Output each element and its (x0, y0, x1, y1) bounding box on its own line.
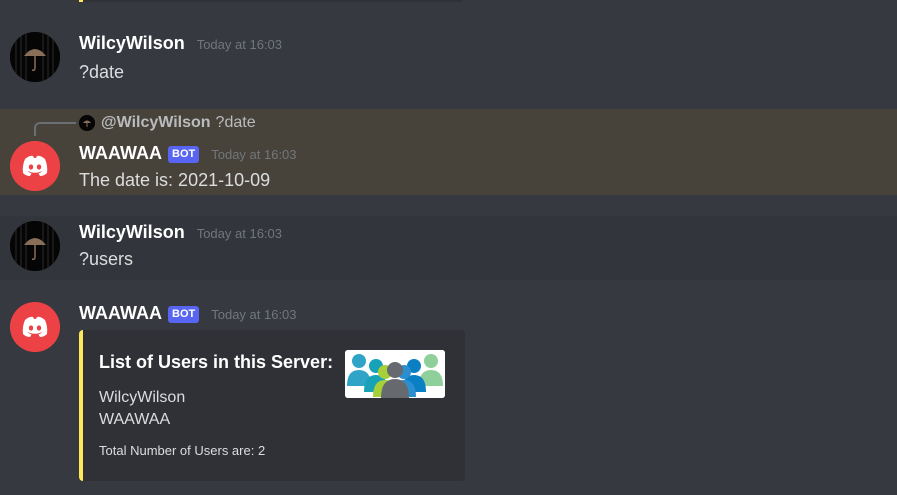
reply-content: ?date (215, 114, 256, 131)
message-user-date[interactable]: WilcyWilson Today at 16:03 ?date (0, 20, 897, 100)
message-bot-users-embed[interactable]: WAAWAA BOT Today at 16:03 List of Users … (0, 294, 897, 489)
embed-user-line: WAAWAA (99, 411, 171, 428)
message-content: The date is: 2021-10-09 (79, 170, 271, 190)
embed-thumbnail[interactable] (345, 350, 445, 398)
username[interactable]: WAAWAA (79, 303, 162, 324)
discord-logo-icon (10, 302, 60, 352)
message-bot-date-reply[interactable]: @WilcyWilson ?date WAAWAA BOT Today at 1… (0, 109, 897, 195)
previous-embed-edge (79, 0, 462, 2)
users-embed: List of Users in this Server: WilcyWilso… (79, 330, 465, 481)
user-avatar[interactable] (10, 221, 60, 271)
bot-tag: BOT (168, 306, 200, 323)
username[interactable]: WAAWAA (79, 143, 162, 164)
discord-logo-icon (10, 141, 60, 191)
timestamp: Today at 16:03 (211, 307, 297, 322)
message-user-users[interactable]: WilcyWilson Today at 16:03 ?users (0, 216, 897, 280)
username[interactable]: WilcyWilson (79, 33, 185, 54)
reply-preview[interactable]: @WilcyWilson ?date (79, 114, 256, 132)
reply-connector (34, 122, 76, 136)
umbrella-avatar-icon (79, 115, 95, 131)
bot-tag: BOT (168, 146, 200, 163)
username[interactable]: WilcyWilson (79, 222, 185, 243)
timestamp: Today at 16:03 (196, 37, 282, 52)
users-group-icon (345, 350, 445, 398)
reply-username[interactable]: @WilcyWilson (101, 114, 211, 132)
timestamp: Today at 16:03 (196, 226, 282, 241)
bot-avatar[interactable] (10, 302, 60, 352)
reply-avatar (79, 115, 95, 131)
message-content: ?date (79, 62, 125, 82)
message-content: ?users (79, 249, 134, 269)
umbrella-avatar-icon (10, 32, 60, 82)
chat-messages: WilcyWilson Today at 16:03 ?date @WilcyW… (0, 0, 897, 495)
user-avatar[interactable] (10, 32, 60, 82)
embed-title: List of Users in this Server: (99, 352, 334, 372)
embed-user-line: WilcyWilson (99, 389, 186, 406)
bot-avatar[interactable] (10, 141, 60, 191)
umbrella-avatar-icon (10, 221, 60, 271)
timestamp: Today at 16:03 (211, 147, 297, 162)
embed-footer: Total Number of Users are: 2 (99, 443, 266, 458)
